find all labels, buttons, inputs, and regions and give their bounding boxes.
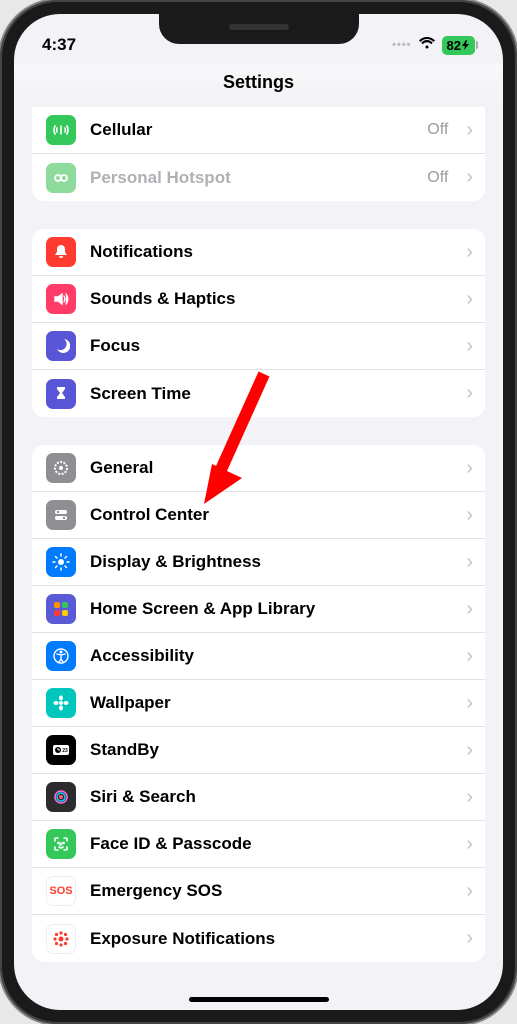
gear-icon xyxy=(46,453,76,483)
row-label: Accessibility xyxy=(90,646,448,666)
row-exposure[interactable]: Exposure Notifications › xyxy=(32,915,485,962)
row-sos[interactable]: SOS Emergency SOS › xyxy=(32,868,485,915)
row-display[interactable]: Display & Brightness › xyxy=(32,539,485,586)
group-alerts: Notifications › Sounds & Haptics › Focus… xyxy=(32,229,485,417)
chevron-right-icon: › xyxy=(466,692,473,715)
row-label: Face ID & Passcode xyxy=(90,834,448,854)
moon-icon xyxy=(46,331,76,361)
settings-list[interactable]: Cellular Off › Personal Hotspot Off › xyxy=(14,107,503,1003)
chevron-right-icon: › xyxy=(466,382,473,405)
status-time: 4:37 xyxy=(42,35,76,55)
chevron-right-icon: › xyxy=(466,457,473,480)
chevron-right-icon: › xyxy=(466,645,473,668)
row-hotspot[interactable]: Personal Hotspot Off › xyxy=(32,154,485,201)
chevron-right-icon: › xyxy=(466,119,473,142)
svg-text:23: 23 xyxy=(62,748,68,754)
row-label: General xyxy=(90,458,448,478)
row-value: Off xyxy=(427,169,448,187)
row-label: Control Center xyxy=(90,505,448,525)
row-label: Cellular xyxy=(90,120,413,140)
chevron-right-icon: › xyxy=(466,739,473,762)
row-label: StandBy xyxy=(90,740,448,760)
faceid-icon xyxy=(46,829,76,859)
toggles-icon xyxy=(46,500,76,530)
row-label: Display & Brightness xyxy=(90,552,448,572)
chevron-right-icon: › xyxy=(466,335,473,358)
chevron-right-icon: › xyxy=(466,786,473,809)
row-label: Personal Hotspot xyxy=(90,168,413,188)
page-title: Settings xyxy=(14,64,503,107)
chevron-right-icon: › xyxy=(466,598,473,621)
row-general[interactable]: General › xyxy=(32,445,485,492)
brightness-icon xyxy=(46,547,76,577)
row-label: Emergency SOS xyxy=(90,881,448,901)
row-label: Focus xyxy=(90,336,448,356)
clock-icon: 23 xyxy=(46,735,76,765)
row-focus[interactable]: Focus › xyxy=(32,323,485,370)
chevron-right-icon: › xyxy=(466,833,473,856)
row-label: Siri & Search xyxy=(90,787,448,807)
row-label: Screen Time xyxy=(90,384,448,404)
sos-icon: SOS xyxy=(46,876,76,906)
chevron-right-icon: › xyxy=(466,504,473,527)
row-cellular[interactable]: Cellular Off › xyxy=(32,107,485,154)
row-label: Notifications xyxy=(90,242,448,262)
battery-icon: 82 xyxy=(442,36,475,55)
row-label: Exposure Notifications xyxy=(90,929,448,949)
row-homescreen[interactable]: Home Screen & App Library › xyxy=(32,586,485,633)
row-controlcenter[interactable]: Control Center › xyxy=(32,492,485,539)
hourglass-icon xyxy=(46,379,76,409)
wifi-icon xyxy=(418,36,436,55)
phone-frame: 4:37 •••• 82 Settings Cellular Off › xyxy=(0,0,517,1024)
chevron-right-icon: › xyxy=(466,880,473,903)
app-grid-icon xyxy=(46,594,76,624)
row-label: Wallpaper xyxy=(90,693,448,713)
row-value: Off xyxy=(427,121,448,139)
chevron-right-icon: › xyxy=(466,241,473,264)
row-siri[interactable]: Siri & Search › xyxy=(32,774,485,821)
row-screentime[interactable]: Screen Time › xyxy=(32,370,485,417)
hotspot-icon xyxy=(46,163,76,193)
siri-icon xyxy=(46,782,76,812)
row-sounds[interactable]: Sounds & Haptics › xyxy=(32,276,485,323)
exposure-icon xyxy=(46,924,76,954)
chevron-right-icon: › xyxy=(466,927,473,950)
row-accessibility[interactable]: Accessibility › xyxy=(32,633,485,680)
flower-icon xyxy=(46,688,76,718)
home-indicator[interactable] xyxy=(189,997,329,1002)
screen: 4:37 •••• 82 Settings Cellular Off › xyxy=(14,14,503,1010)
speaker-icon xyxy=(46,284,76,314)
notch xyxy=(159,14,359,44)
chevron-right-icon: › xyxy=(466,551,473,574)
cellular-icon xyxy=(46,115,76,145)
chevron-right-icon: › xyxy=(466,166,473,189)
row-label: Home Screen & App Library xyxy=(90,599,448,619)
row-notifications[interactable]: Notifications › xyxy=(32,229,485,276)
group-system: General › Control Center › Display & Bri… xyxy=(32,445,485,962)
bell-icon xyxy=(46,237,76,267)
chevron-right-icon: › xyxy=(466,288,473,311)
accessibility-icon xyxy=(46,641,76,671)
signal-dots-icon: •••• xyxy=(392,39,411,51)
group-network: Cellular Off › Personal Hotspot Off › xyxy=(32,107,485,201)
row-wallpaper[interactable]: Wallpaper › xyxy=(32,680,485,727)
row-label: Sounds & Haptics xyxy=(90,289,448,309)
row-faceid[interactable]: Face ID & Passcode › xyxy=(32,821,485,868)
row-standby[interactable]: 23 StandBy › xyxy=(32,727,485,774)
